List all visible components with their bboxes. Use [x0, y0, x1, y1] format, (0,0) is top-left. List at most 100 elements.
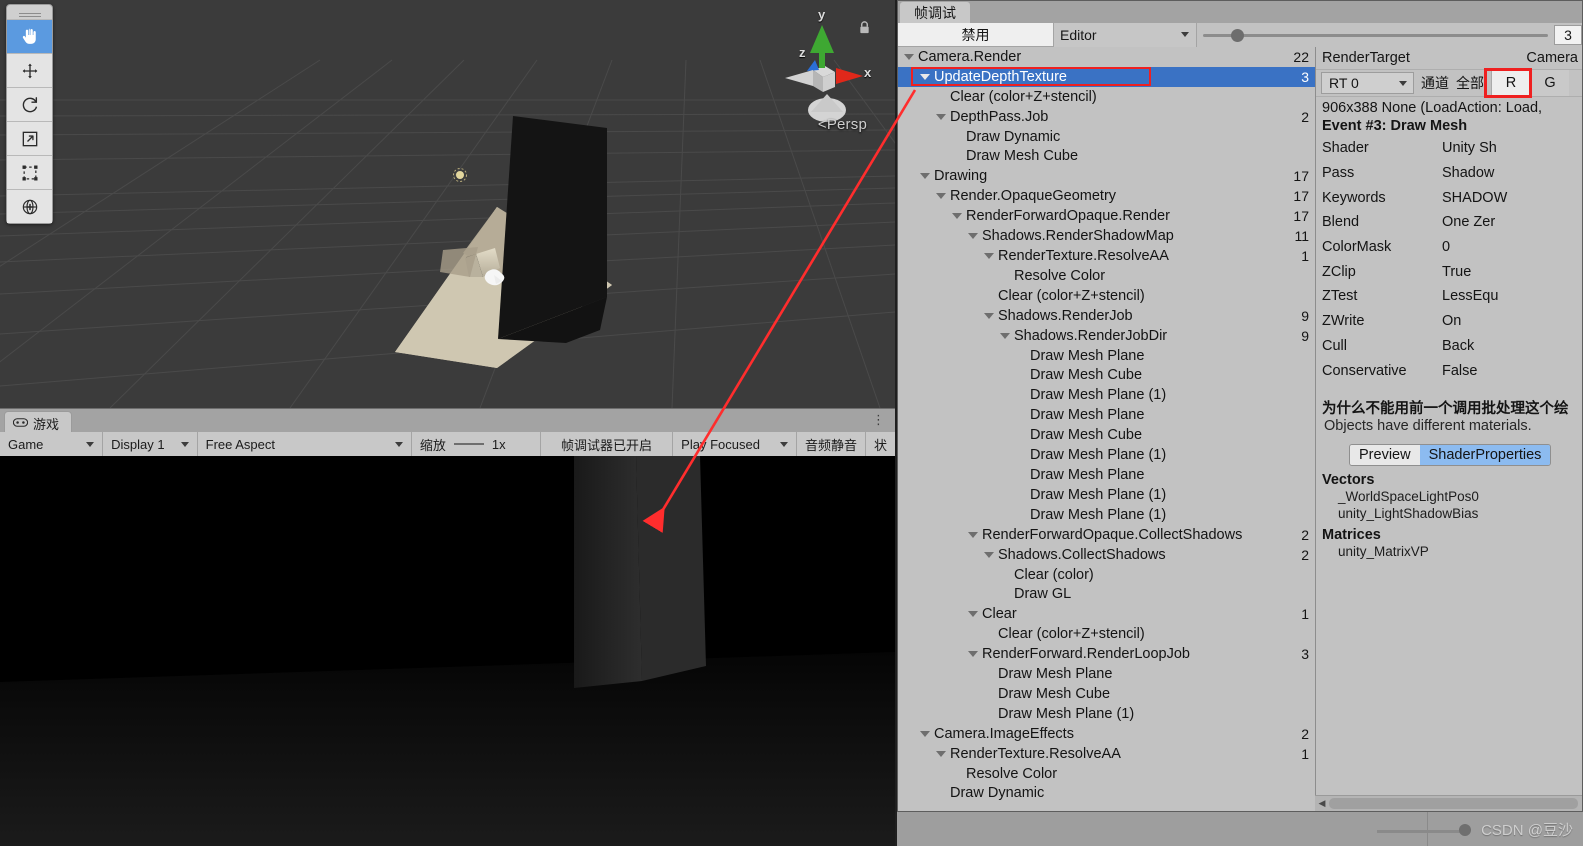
tree-expand-triangle-icon[interactable]: [936, 750, 946, 757]
event-slider-track[interactable]: [1203, 28, 1548, 42]
tree-row[interactable]: Render.OpaqueGeometry 17: [898, 186, 1315, 206]
tree-row[interactable]: Draw Mesh Plane (1): [898, 505, 1315, 525]
tree-row[interactable]: Clear (color+Z+stencil): [898, 286, 1315, 306]
scene-projection-label[interactable]: <Persp: [818, 116, 867, 133]
tree-expand-triangle-icon[interactable]: [984, 253, 994, 260]
details-horizontal-scrollbar[interactable]: ◀: [1315, 795, 1582, 811]
scrollbar-thumb[interactable]: [1329, 798, 1578, 809]
tree-row[interactable]: Shadows.RenderShadowMap 11: [898, 226, 1315, 246]
channel-g-button[interactable]: G: [1530, 70, 1569, 96]
tree-expand-triangle-icon[interactable]: [1000, 332, 1010, 339]
tree-expand-triangle-icon[interactable]: [920, 730, 930, 737]
shader-state-key: ZWrite: [1322, 313, 1365, 330]
tree-expand-triangle-icon[interactable]: [936, 113, 946, 120]
tree-row[interactable]: Camera.ImageEffects 2: [898, 724, 1315, 744]
tree-row[interactable]: Clear 1: [898, 604, 1315, 624]
display-index-dropdown[interactable]: Display 1: [103, 432, 198, 456]
tree-row[interactable]: Draw Mesh Plane: [898, 405, 1315, 425]
scroll-left-icon[interactable]: ◀: [1315, 798, 1329, 809]
disable-button[interactable]: 禁用: [898, 23, 1054, 47]
tree-expand-triangle-icon[interactable]: [984, 312, 994, 319]
tree-expand-triangle-icon[interactable]: [968, 611, 978, 618]
tree-row[interactable]: Camera.Render 22: [898, 47, 1315, 67]
tree-row[interactable]: Draw Mesh Plane (1): [898, 485, 1315, 505]
tree-row[interactable]: Draw Dynamic: [898, 784, 1315, 804]
tree-row[interactable]: RenderForwardOpaque.Render 17: [898, 206, 1315, 226]
scene-tool-palette[interactable]: [6, 4, 53, 224]
tree-row[interactable]: Clear (color+Z+stencil): [898, 87, 1315, 107]
tree-row[interactable]: Draw Mesh Plane: [898, 346, 1315, 366]
frame-debugger-window: 帧调试 禁用 Editor 3 Camera.Render 22 UpdateD…: [897, 0, 1583, 812]
play-mode-dropdown[interactable]: Play Focused: [673, 432, 797, 456]
channel-r-button[interactable]: R: [1491, 70, 1530, 96]
palette-grip[interactable]: [7, 7, 52, 19]
tree-row[interactable]: Resolve Color: [898, 266, 1315, 286]
tree-row[interactable]: Draw Dynamic: [898, 127, 1315, 147]
tree-row[interactable]: Draw Mesh Cube: [898, 366, 1315, 386]
tree-expand-triangle-icon[interactable]: [952, 213, 962, 220]
tree-expand-triangle-icon[interactable]: [936, 193, 946, 200]
tree-row[interactable]: Draw Mesh Plane (1): [898, 445, 1315, 465]
scale-tool-button[interactable]: [7, 121, 52, 155]
tree-row[interactable]: Draw Mesh Plane: [898, 465, 1315, 485]
event-slider-knob[interactable]: [1230, 28, 1244, 42]
scale-icon: [20, 129, 40, 149]
tree-expand-triangle-icon[interactable]: [968, 233, 978, 240]
display-target-dropdown[interactable]: Game: [0, 432, 104, 456]
tree-row[interactable]: Draw Mesh Plane: [898, 664, 1315, 684]
tree-row[interactable]: Draw Mesh Cube: [898, 147, 1315, 167]
tree-expand-triangle-icon[interactable]: [968, 531, 978, 538]
tree-row[interactable]: Draw GL: [898, 584, 1315, 604]
tree-row[interactable]: Resolve Color: [898, 764, 1315, 784]
disable-button-label: 禁用: [961, 26, 990, 43]
tree-row[interactable]: DepthPass.Job 2: [898, 107, 1315, 127]
move-tool-button[interactable]: [7, 53, 52, 87]
audio-mute-toggle[interactable]: 音频静音: [797, 432, 866, 456]
tree-row[interactable]: Shadows.RenderJob 9: [898, 306, 1315, 326]
tree-row[interactable]: Draw Mesh Plane (1): [898, 704, 1315, 724]
rect-tool-button[interactable]: [7, 155, 52, 189]
gizmo-lock-icon[interactable]: [858, 20, 871, 40]
event-tree[interactable]: Camera.Render 22 UpdateDepthTexture 3 Clear …: [898, 47, 1316, 811]
scale-slider-track[interactable]: [453, 443, 484, 445]
rt-index-dropdown[interactable]: RT 0: [1321, 72, 1414, 94]
target-dropdown[interactable]: Editor: [1054, 23, 1197, 47]
tree-expand-triangle-icon[interactable]: [984, 551, 994, 558]
aspect-ratio-dropdown[interactable]: Free Aspect: [198, 432, 412, 456]
scene-view[interactable]: y z x <Persp: [0, 0, 895, 408]
tree-row[interactable]: Shadows.CollectShadows 2: [898, 545, 1315, 565]
tab-preview[interactable]: Preview: [1350, 444, 1420, 465]
scale-slider[interactable]: 缩放 1x: [412, 432, 541, 456]
tree-row[interactable]: RenderForwardOpaque.CollectShadows 2: [898, 525, 1315, 545]
game-render-surface[interactable]: [0, 456, 895, 846]
event-slider[interactable]: [1197, 23, 1554, 47]
tree-row[interactable]: Clear (color): [898, 565, 1315, 585]
preview-tabs[interactable]: Preview ShaderProperties: [1349, 443, 1552, 466]
tree-expand-triangle-icon[interactable]: [904, 53, 914, 60]
tree-row[interactable]: Drawing 17: [898, 166, 1315, 186]
tree-row[interactable]: UpdateDepthTexture 3: [898, 66, 1315, 87]
tree-expand-triangle-icon[interactable]: [968, 651, 978, 658]
tree-row[interactable]: Draw Mesh Cube: [898, 425, 1315, 445]
kebab-menu-icon[interactable]: ⋮: [872, 413, 885, 427]
channel-all-button[interactable]: 全部: [1456, 73, 1484, 93]
rotate-tool-button[interactable]: [7, 87, 52, 121]
tree-row[interactable]: Clear (color+Z+stencil): [898, 624, 1315, 644]
stats-toggle[interactable]: 状: [866, 432, 895, 456]
event-index-field[interactable]: 3: [1554, 25, 1582, 45]
tab-frame-debugger[interactable]: 帧调试: [900, 2, 970, 23]
tree-row-label: RenderForwardOpaque.CollectShadows: [982, 526, 1243, 543]
tree-row[interactable]: RenderForward.RenderLoopJob 3: [898, 644, 1315, 664]
tree-row[interactable]: Shadows.RenderJobDir 9: [898, 326, 1315, 346]
tab-shader-properties[interactable]: ShaderProperties: [1419, 444, 1551, 465]
tab-game[interactable]: 游戏: [4, 411, 73, 434]
tree-row[interactable]: Draw Mesh Cube: [898, 684, 1315, 704]
tree-row[interactable]: RenderTexture.ResolveAA 1: [898, 246, 1315, 266]
frame-debugger-status-label: 帧调试器已开启: [560, 437, 652, 453]
tree-row[interactable]: Draw Mesh Plane (1): [898, 385, 1315, 405]
tree-row[interactable]: RenderTexture.ResolveAA 1: [898, 744, 1315, 764]
tree-expand-triangle-icon[interactable]: [920, 73, 930, 80]
tree-expand-triangle-icon[interactable]: [920, 173, 930, 180]
transform-tool-button[interactable]: [7, 189, 52, 223]
hand-tool-button[interactable]: [7, 19, 52, 53]
